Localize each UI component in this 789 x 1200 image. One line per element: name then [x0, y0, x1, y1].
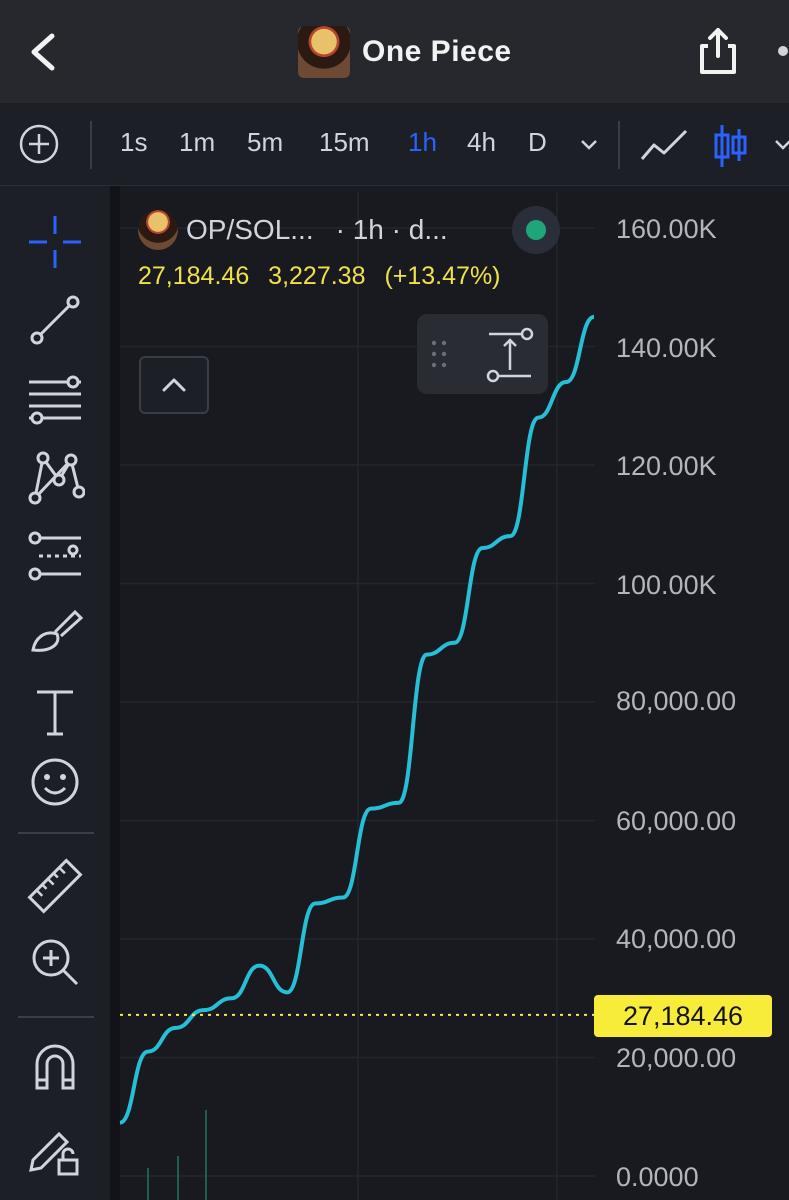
timeframe-15m[interactable]: 15m	[319, 127, 370, 158]
ruler-icon[interactable]	[25, 856, 85, 916]
tool-divider	[18, 1016, 94, 1018]
candlestick-icon[interactable]	[713, 121, 747, 171]
floating-tool-panel[interactable]	[417, 314, 548, 394]
timeframe-toolbar: 1s 1m 5m 15m 1h 4h D	[0, 103, 789, 186]
y-axis-label: 120.00K	[616, 451, 717, 481]
legend-values: 27,184.46 3,227.38 (+13.47%)	[138, 262, 513, 291]
zoom-in-icon[interactable]	[25, 932, 85, 992]
y-axis-label: 0.0000	[616, 1162, 699, 1192]
price-series-line	[120, 314, 595, 1125]
y-axis-label: 40,000.00	[616, 924, 737, 954]
y-axis-label: 60,000.00	[616, 806, 737, 836]
collapse-legend-button[interactable]	[139, 356, 209, 414]
legend-last-price: 27,184.46	[138, 262, 250, 290]
chart-legend: OP/SOL... · 1h · d...	[138, 206, 448, 254]
timeframe-d[interactable]: D	[528, 127, 547, 158]
legend-change-pct: (+13.47%)	[384, 262, 501, 290]
toolbar-divider	[618, 121, 620, 169]
crosshair-icon[interactable]	[25, 212, 85, 272]
page-title: One Piece	[362, 35, 512, 68]
pane-divider	[110, 186, 120, 1200]
projection-icon[interactable]	[25, 526, 85, 586]
fib-retracement-icon[interactable]	[25, 370, 85, 430]
timeframe-1m[interactable]: 1m	[179, 127, 215, 158]
y-axis-label: 140.00K	[616, 333, 717, 363]
brush-icon[interactable]	[25, 604, 85, 664]
page-title-group: One Piece	[298, 26, 512, 78]
timeframe-5m[interactable]: 5m	[247, 127, 283, 158]
price-range-icon[interactable]	[483, 326, 537, 384]
toolbar-divider	[90, 121, 92, 169]
trendline-icon[interactable]	[25, 290, 85, 350]
top-bar: One Piece	[0, 0, 789, 103]
y-axis-label: 160.00K	[616, 214, 717, 244]
chevron-down-icon[interactable]	[772, 133, 789, 155]
timeframe-4h[interactable]: 4h	[467, 127, 496, 158]
y-axis-label: 100.00K	[616, 570, 717, 600]
drag-handle-icon[interactable]	[429, 338, 449, 370]
timeframe-1s[interactable]: 1s	[120, 127, 147, 158]
emoji-icon[interactable]	[25, 752, 85, 812]
token-avatar	[298, 26, 350, 78]
lock-drawing-icon[interactable]	[25, 1120, 85, 1180]
token-avatar	[138, 210, 178, 250]
legend-symbol[interactable]: OP/SOL...	[186, 214, 314, 246]
chevron-down-icon[interactable]	[578, 133, 600, 155]
y-axis-label: 20,000.00	[616, 1043, 737, 1073]
timeframe-1h[interactable]: 1h	[408, 127, 437, 158]
legend-change: 3,227.38	[268, 262, 366, 290]
more-icon[interactable]	[778, 46, 788, 56]
current-price-tag: 27,184.46	[594, 995, 772, 1037]
tool-divider	[18, 832, 94, 834]
drawing-toolbar	[0, 186, 110, 1200]
pattern-icon[interactable]	[25, 448, 85, 508]
y-axis-label: 80,000.00	[616, 686, 737, 716]
share-icon[interactable]	[696, 26, 740, 76]
chevron-left-icon[interactable]	[24, 30, 64, 74]
add-indicator-icon[interactable]	[18, 123, 60, 165]
legend-interval: · 1h · d...	[335, 214, 448, 245]
text-icon[interactable]	[25, 682, 85, 742]
magnet-icon[interactable]	[25, 1038, 85, 1098]
line-chart-icon[interactable]	[640, 125, 690, 167]
market-status-indicator[interactable]	[512, 206, 560, 254]
